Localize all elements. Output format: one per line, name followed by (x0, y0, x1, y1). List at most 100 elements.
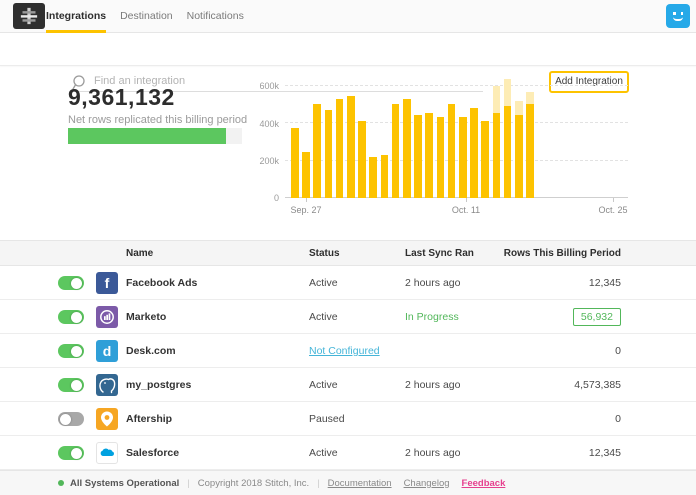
tab-destination-label: Destination (120, 10, 173, 22)
smiley-chat-icon (672, 12, 684, 21)
billing-progress-fill (68, 128, 226, 144)
feedback-link[interactable]: Feedback (462, 478, 506, 489)
bar-segment-replicated (325, 110, 333, 199)
rows-cell: 56,932 (480, 300, 621, 334)
system-status-dot (58, 480, 64, 486)
col-name: Name (126, 241, 153, 267)
tab-destination[interactable]: Destination (120, 0, 173, 33)
bar-segment-replicated (437, 117, 445, 198)
xtick-oct11 (466, 198, 467, 202)
not-configured-link[interactable]: Not Configured (309, 334, 380, 368)
rows-in-progress-badge: 56,932 (573, 308, 621, 326)
xlabel-oct25: Oct. 25 (583, 205, 643, 215)
last-sync-cell: 2 hours ago (405, 266, 460, 300)
tab-integrations[interactable]: Integrations (46, 0, 106, 33)
last-sync-cell: In Progress (405, 300, 459, 334)
rows-cell: 12,345 (480, 436, 621, 470)
total-rows-value: 9,361,132 (68, 84, 175, 111)
bar-segment-replicated (302, 152, 310, 198)
bar-segment-replicated (347, 96, 355, 198)
rows-bar-chart: 600k 400k 200k 0 Sep. 27 Oct. 11 Oct. 25 (285, 85, 628, 198)
integration-name: Desk.com (126, 334, 176, 368)
tab-integrations-label: Integrations (46, 10, 106, 22)
rows-cell: 0 (480, 402, 621, 436)
table-row-marketo[interactable]: Marketo Active In Progress 56,932 (0, 300, 696, 334)
col-last-sync: Last Sync Ran (405, 241, 474, 267)
ytick-400k: 400k (251, 119, 279, 129)
postgres-icon (96, 374, 118, 396)
tab-notifications[interactable]: Notifications (187, 0, 244, 33)
bar-segment-replicated (493, 113, 501, 199)
bar-segment-replicated (369, 157, 377, 198)
xlabel-oct11: Oct. 11 (436, 205, 496, 215)
bar-segment-replicated (470, 108, 478, 198)
top-nav: Integrations Destination Notifications (0, 0, 696, 33)
changelog-link[interactable]: Changelog (404, 478, 450, 489)
stitch-logo-icon (16, 5, 42, 27)
bar-segment-replicated (481, 121, 489, 198)
bar-segment-replicated (392, 104, 400, 198)
stitch-logo (13, 3, 45, 29)
bar-segment-replicated (459, 117, 467, 198)
integration-name: Marketo (126, 300, 166, 334)
bar-segment-replicated (336, 99, 344, 198)
toggle-facebook-ads[interactable] (58, 276, 84, 290)
table-header: Name Status Last Sync Ran Rows This Bill… (0, 240, 696, 266)
stitch-dashboard: Integrations Destination Notifications A… (0, 0, 696, 495)
bar-segment-replicated (291, 128, 299, 198)
toggle-aftership[interactable] (58, 412, 84, 426)
bar-segment-replicated (313, 104, 321, 198)
ytick-200k: 200k (251, 156, 279, 166)
ytick-0: 0 (251, 193, 279, 203)
table-row-my-postgres[interactable]: my_postgres Active 2 hours ago 4,573,385 (0, 368, 696, 402)
status-cell: Active (309, 266, 338, 300)
xtick-oct25 (613, 198, 614, 202)
bar-segment-replicated (403, 99, 411, 198)
ytick-600k: 600k (251, 81, 279, 91)
bar-segment-replicated (414, 115, 422, 198)
salesforce-icon (96, 442, 118, 464)
status-cell: Active (309, 436, 338, 470)
col-status: Status (309, 241, 340, 267)
search-bar-row: Add Integration (0, 33, 696, 66)
toggle-marketo[interactable] (58, 310, 84, 324)
col-rows: Rows This Billing Period (480, 241, 621, 267)
table-row-aftership[interactable]: Aftership Paused 0 (0, 402, 696, 436)
total-rows-caption: Net rows replicated this billing period (68, 114, 247, 126)
table-row-facebook-ads[interactable]: f Facebook Ads Active 2 hours ago 12,345 (0, 266, 696, 300)
bar-segment-replicated (358, 121, 366, 198)
bar-segment-replicated (448, 104, 456, 198)
last-sync-cell: 2 hours ago (405, 436, 460, 470)
bar-segment-replicated (526, 104, 534, 198)
status-cell: Paused (309, 402, 345, 436)
status-cell: Active (309, 368, 338, 402)
last-sync-cell: 2 hours ago (405, 368, 460, 402)
integration-name: my_postgres (126, 368, 191, 402)
facebook-icon: f (96, 272, 118, 294)
documentation-link[interactable]: Documentation (328, 478, 392, 489)
bar-segment-replicated (425, 113, 433, 198)
table-row-salesforce[interactable]: Salesforce Active 2 hours ago 12,345 (0, 436, 696, 470)
system-status-text: All Systems Operational (70, 478, 179, 489)
desk-icon: d (96, 340, 118, 362)
status-footer: All Systems Operational | Copyright 2018… (0, 470, 696, 495)
bar-segment-replicated (504, 106, 512, 198)
gridline-600k (285, 85, 628, 86)
copyright-text: Copyright 2018 Stitch, Inc. (198, 478, 309, 489)
status-cell: Active (309, 300, 338, 334)
integration-name: Aftership (126, 402, 172, 436)
billing-progress-bar (68, 128, 242, 144)
toggle-salesforce[interactable] (58, 446, 84, 460)
xlabel-sep27: Sep. 27 (276, 205, 336, 215)
tab-notifications-label: Notifications (187, 10, 244, 22)
bar-segment-replicated (515, 115, 523, 198)
integration-name: Salesforce (126, 436, 179, 470)
integration-name: Facebook Ads (126, 266, 197, 300)
rows-cell: 0 (480, 334, 621, 368)
marketo-icon (96, 306, 118, 328)
toggle-desk[interactable] (58, 344, 84, 358)
toggle-my-postgres[interactable] (58, 378, 84, 392)
rows-cell: 12,345 (480, 266, 621, 300)
table-row-desk[interactable]: d Desk.com Not Configured 0 (0, 334, 696, 368)
support-chat-button[interactable] (666, 4, 690, 28)
